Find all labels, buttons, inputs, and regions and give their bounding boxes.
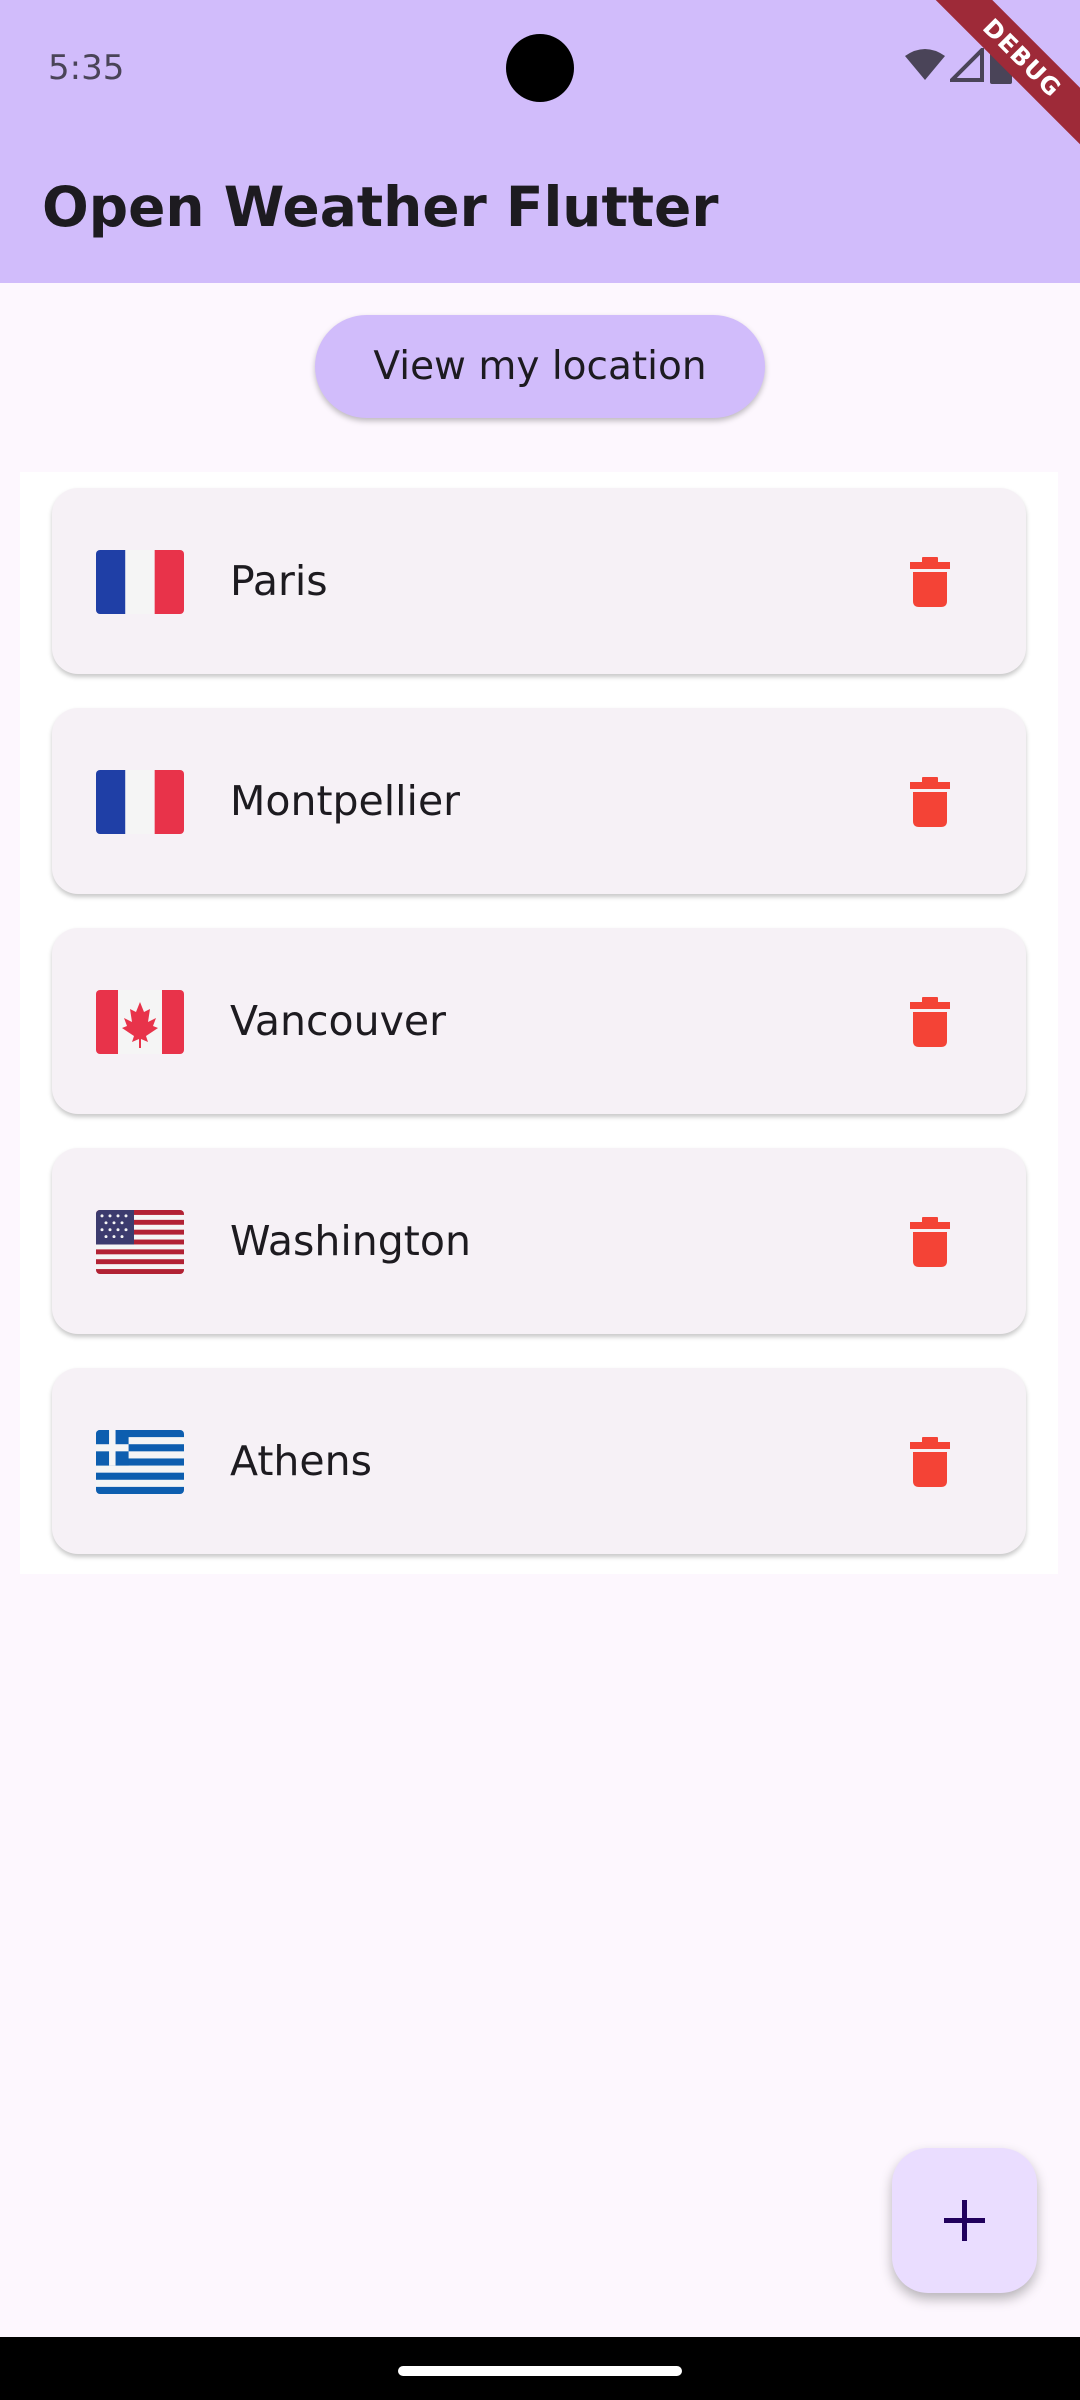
delete-city-button[interactable] bbox=[910, 997, 950, 1047]
city-card-vancouver[interactable]: Vancouver bbox=[52, 928, 1026, 1114]
delete-city-button[interactable] bbox=[910, 1437, 950, 1487]
trash-icon bbox=[910, 557, 950, 607]
usa-flag-icon bbox=[96, 1210, 184, 1274]
city-card-paris[interactable]: Paris bbox=[52, 488, 1026, 674]
debug-banner: DEBUG bbox=[920, 0, 1080, 160]
camera-cutout bbox=[506, 34, 574, 102]
app-bar: 5:35 DEBUG Open Weather Flutter bbox=[0, 0, 1080, 283]
city-name: Paris bbox=[230, 557, 328, 605]
france-flag-icon bbox=[96, 550, 184, 614]
city-name: Athens bbox=[230, 1437, 372, 1485]
france-flag-icon bbox=[96, 770, 184, 834]
greece-flag-icon bbox=[96, 1430, 184, 1494]
plus-icon bbox=[944, 2200, 985, 2241]
city-name: Washington bbox=[230, 1217, 471, 1265]
debug-label: DEBUG bbox=[923, 0, 1080, 157]
canada-flag-icon bbox=[96, 990, 184, 1054]
city-card-montpellier[interactable]: Montpellier bbox=[52, 708, 1026, 894]
city-card-washington[interactable]: Washington bbox=[52, 1148, 1026, 1334]
trash-icon bbox=[910, 1217, 950, 1267]
city-name: Montpellier bbox=[230, 777, 461, 825]
city-list: Paris Montpellier Vancouver Washington A… bbox=[20, 472, 1058, 1574]
page-title: Open Weather Flutter bbox=[42, 175, 719, 239]
city-card-athens[interactable]: Athens bbox=[52, 1368, 1026, 1554]
delete-city-button[interactable] bbox=[910, 1217, 950, 1267]
trash-icon bbox=[910, 777, 950, 827]
view-location-button[interactable]: View my location bbox=[315, 315, 765, 418]
trash-icon bbox=[910, 997, 950, 1047]
trash-icon bbox=[910, 1437, 950, 1487]
add-city-button[interactable] bbox=[892, 2148, 1037, 2293]
status-time: 5:35 bbox=[48, 48, 125, 88]
home-gesture-handle[interactable] bbox=[398, 2366, 682, 2376]
city-name: Vancouver bbox=[230, 997, 446, 1045]
delete-city-button[interactable] bbox=[910, 777, 950, 827]
delete-city-button[interactable] bbox=[910, 557, 950, 607]
